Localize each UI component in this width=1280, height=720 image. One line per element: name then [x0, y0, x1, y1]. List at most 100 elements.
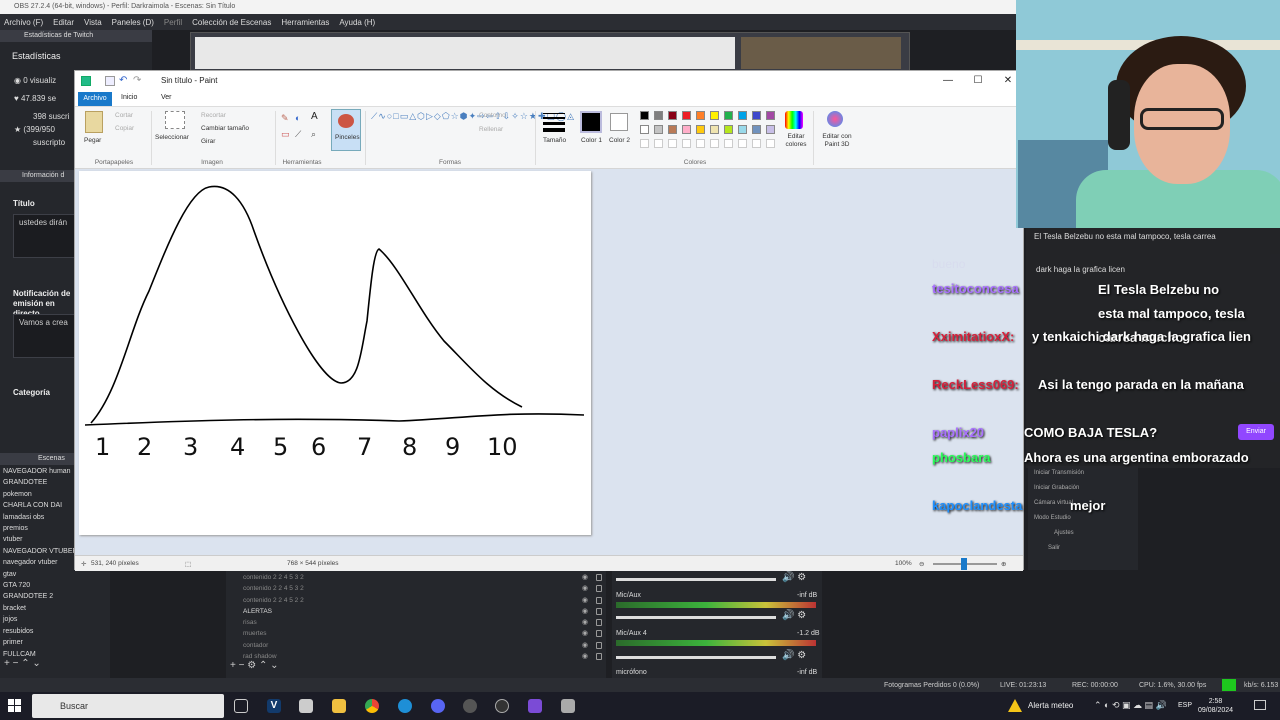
select-button[interactable]: Seleccionar: [155, 134, 189, 141]
paste-icon[interactable]: [85, 111, 103, 133]
source-item[interactable]: contenido 2 2 4 5 3 2 ◉: [226, 572, 606, 583]
fill-button[interactable]: Rellenar: [479, 126, 503, 133]
palette-custom-color[interactable]: [752, 139, 761, 148]
scene-item[interactable]: jojos: [0, 614, 110, 625]
chat-username[interactable]: kapoclandesta: [932, 498, 1022, 513]
obs-icon[interactable]: [463, 699, 477, 713]
paste-button[interactable]: Pegar: [84, 137, 101, 144]
menu-archivo[interactable]: Archivo (F): [4, 18, 43, 27]
palette-color[interactable]: [668, 111, 677, 120]
menu-perfil[interactable]: Perfil: [164, 18, 182, 27]
start-recording-button[interactable]: Iniciar Grabación: [1028, 481, 1138, 496]
color2-swatch[interactable]: [610, 113, 628, 131]
weather-alert-icon[interactable]: [1008, 699, 1022, 712]
file-explorer-icon[interactable]: [332, 699, 346, 713]
chat-username[interactable]: paplix20: [932, 425, 984, 440]
palette-color[interactable]: [640, 125, 649, 134]
eye-icon[interactable]: ◉: [582, 583, 588, 594]
chat-username[interactable]: ReckLess069:: [932, 377, 1019, 392]
eye-icon[interactable]: ◉: [582, 572, 588, 583]
scene-item[interactable]: GRANDOTEE 2: [0, 591, 110, 602]
eye-icon[interactable]: ◉: [582, 651, 588, 662]
app-icon[interactable]: [495, 699, 509, 713]
tray-icons[interactable]: ⌃ ◐ ⟲ ▣ ☁ ▤ 🔊: [1094, 700, 1167, 711]
chrome-icon[interactable]: [365, 699, 379, 713]
chat-username[interactable]: XximitatioxX:: [932, 329, 1014, 344]
outline-button[interactable]: Contorno: [479, 112, 506, 119]
palette-color[interactable]: [654, 111, 663, 120]
palette-color[interactable]: [724, 125, 733, 134]
palette-custom-color[interactable]: [766, 139, 775, 148]
source-add-button[interactable]: + − ⚙ ⌃ ⌄: [230, 660, 279, 671]
volume-slider[interactable]: [616, 656, 776, 659]
color-picker-icon[interactable]: ⟋: [295, 129, 301, 140]
select-icon[interactable]: [165, 111, 185, 129]
palette-color[interactable]: [724, 111, 733, 120]
chat-username[interactable]: phosbara: [932, 450, 991, 465]
chat-username[interactable]: tesitoconcesa: [932, 281, 1019, 296]
palette-color[interactable]: [682, 125, 691, 134]
palette-color[interactable]: [752, 125, 761, 134]
copy-button[interactable]: Copiar: [115, 125, 134, 132]
tab-inicio[interactable]: Inicio: [121, 94, 137, 101]
titulo-input[interactable]: ustedes dirán: [13, 214, 75, 258]
lock-icon[interactable]: [596, 596, 602, 604]
source-item[interactable]: muertes ◉: [226, 628, 606, 639]
minimize-button[interactable]: —: [933, 71, 963, 91]
edge-icon[interactable]: [398, 699, 412, 713]
color1-swatch[interactable]: [580, 111, 602, 133]
chat-send-button[interactable]: Enviar: [1238, 424, 1274, 440]
taskbar-search-input[interactable]: Buscar: [32, 694, 224, 718]
save-icon[interactable]: [105, 76, 115, 86]
palette-color[interactable]: [710, 125, 719, 134]
crop-button[interactable]: Recortar: [201, 112, 226, 119]
source-item[interactable]: risas ◉: [226, 617, 606, 628]
rotate-button[interactable]: Girar: [201, 138, 215, 145]
language-indicator[interactable]: ESP: [1178, 702, 1192, 709]
eye-icon[interactable]: ◉: [582, 606, 588, 617]
palette-color[interactable]: [640, 111, 649, 120]
eye-icon[interactable]: ◉: [582, 595, 588, 606]
edit-colors-icon[interactable]: [785, 111, 803, 129]
twitch-icon[interactable]: [528, 699, 542, 713]
palette-color[interactable]: [766, 125, 775, 134]
redo-icon[interactable]: ↷: [133, 71, 141, 91]
zoom-out-icon[interactable]: ⊖: [919, 560, 924, 568]
palette-custom-color[interactable]: [738, 139, 747, 148]
lock-icon[interactable]: [596, 574, 602, 581]
text-icon[interactable]: A: [311, 111, 318, 122]
cut-button[interactable]: Cortar: [115, 112, 133, 119]
eye-icon[interactable]: ◉: [582, 628, 588, 639]
magnifier-icon[interactable]: ⌕: [311, 129, 316, 140]
palette-custom-color[interactable]: [724, 139, 733, 148]
paint3d-button[interactable]: Editar con Paint 3D: [817, 133, 857, 149]
source-item[interactable]: ALERTAS ◉: [226, 606, 606, 617]
scene-add-button[interactable]: + − ⌃ ⌄: [4, 658, 41, 669]
lock-icon[interactable]: [596, 641, 602, 649]
source-item[interactable]: contenido 2 2 4 5 3 2 ◉: [226, 583, 606, 594]
zoom-slider[interactable]: [961, 558, 967, 570]
task-view-icon[interactable]: [234, 699, 248, 713]
zoom-in-icon[interactable]: ⊕: [1001, 560, 1006, 568]
menu-ayuda[interactable]: Ayuda (H): [339, 18, 375, 27]
palette-custom-color[interactable]: [710, 139, 719, 148]
size-button[interactable]: Tamaño: [543, 137, 566, 144]
scene-item[interactable]: GTA 720: [0, 580, 110, 591]
source-item[interactable]: contenido 2 2 4 5 2 2 ◉: [226, 595, 606, 606]
pencil-icon[interactable]: ✎: [281, 113, 289, 124]
scene-item[interactable]: bracket: [0, 603, 110, 614]
scene-item[interactable]: primer: [0, 637, 110, 648]
drawing-canvas[interactable]: 1 2 3 4 5 6 7 8 9 10: [79, 171, 591, 535]
eraser-icon[interactable]: ▭: [281, 129, 290, 140]
settings-button[interactable]: Ajustes: [1028, 526, 1138, 541]
palette-color[interactable]: [668, 125, 677, 134]
menu-vista[interactable]: Vista: [84, 18, 102, 27]
lock-icon[interactable]: [596, 630, 602, 638]
palette-color[interactable]: [682, 111, 691, 120]
shapes-gallery[interactable]: ⟋∿○□▭△⬡▷◇⬠☆⬢✦⇨⇦⇧⇩✧☆★✚▢◯◬: [371, 111, 574, 145]
discord-icon[interactable]: [431, 699, 445, 713]
palette-custom-color[interactable]: [640, 139, 649, 148]
tab-ver[interactable]: Ver: [161, 94, 172, 101]
lock-icon[interactable]: [596, 619, 602, 627]
notificacion-input[interactable]: Vamos a crea: [13, 314, 75, 358]
